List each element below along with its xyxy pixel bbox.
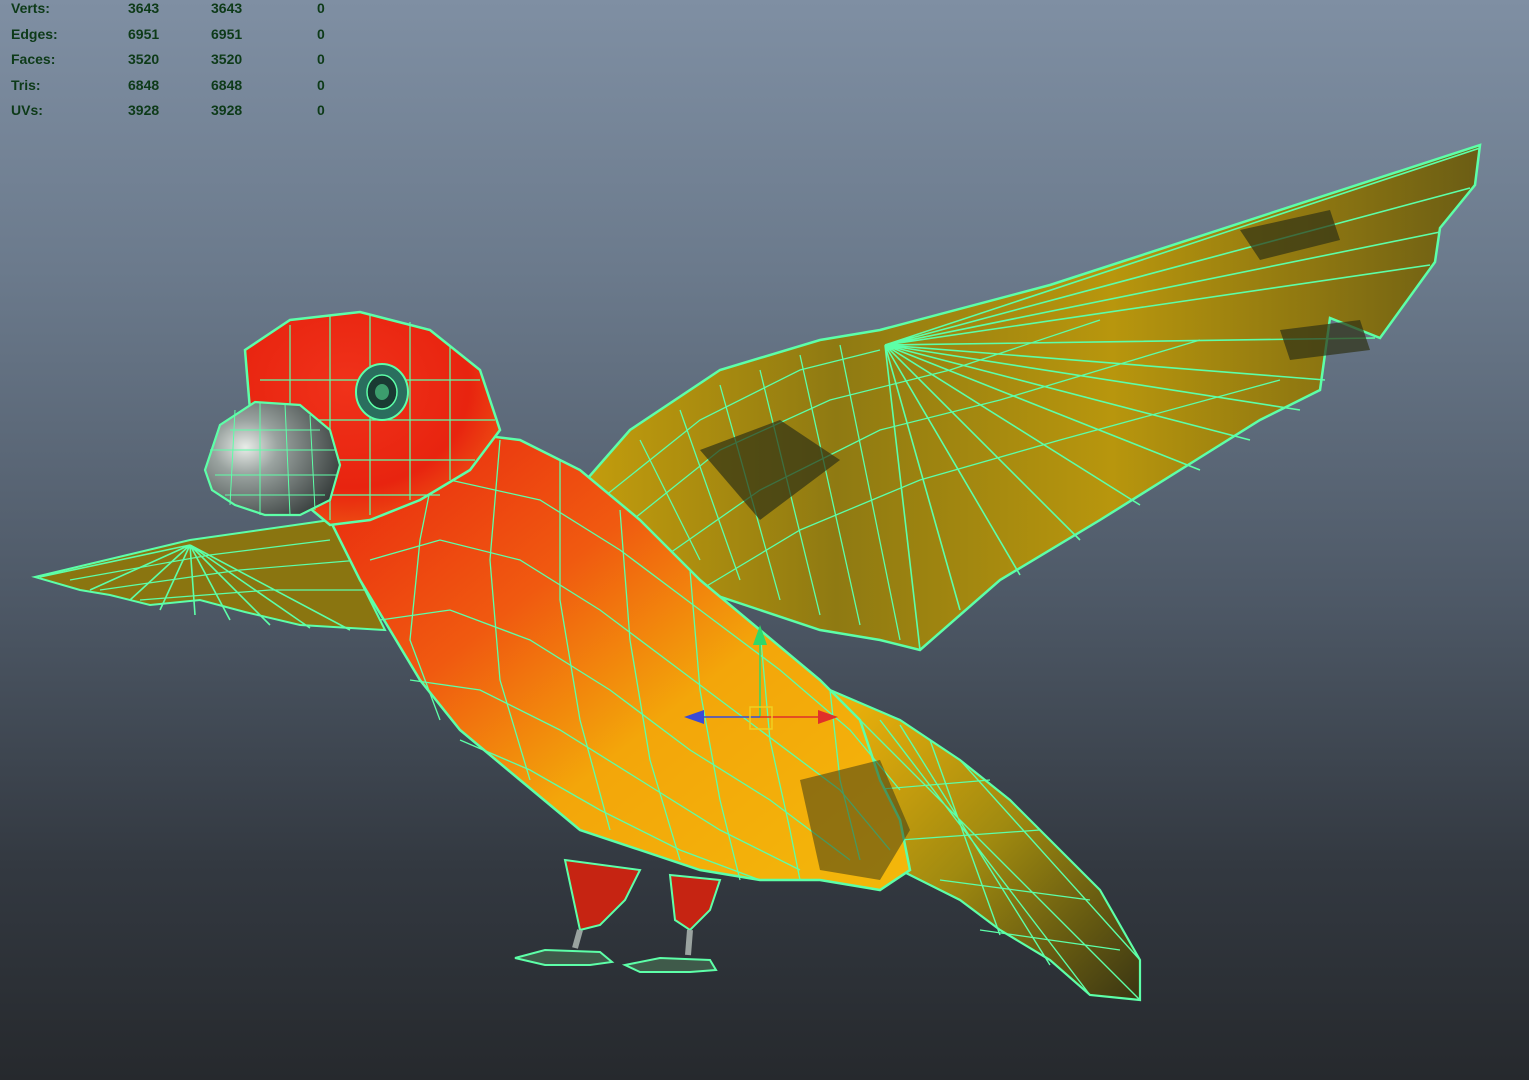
eye bbox=[355, 363, 409, 421]
left-wing bbox=[31, 518, 387, 632]
legs bbox=[514, 858, 722, 973]
right-wing bbox=[557, 143, 1482, 652]
3d-viewport[interactable]: Verts: 3643 3643 0 Edges: 6951 6951 0 Fa… bbox=[0, 0, 1529, 1080]
parrot-model[interactable] bbox=[0, 0, 1529, 1080]
